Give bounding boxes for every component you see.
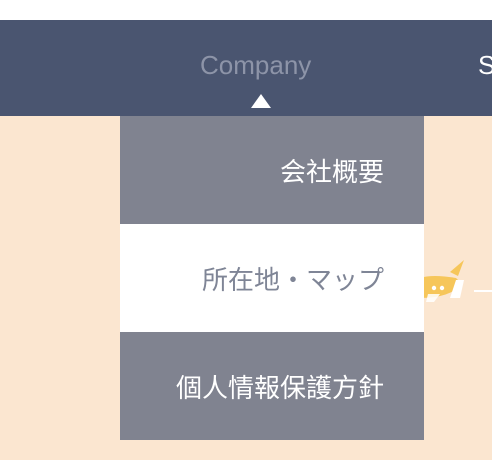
nav-next-link[interactable]: S <box>478 48 492 82</box>
menu-item-company-overview[interactable]: 会社概要 <box>120 116 424 224</box>
navbar: Company S <box>0 20 492 116</box>
airplane-illustration-icon <box>420 258 492 311</box>
nav-company-link[interactable]: Company <box>200 48 311 82</box>
top-strip <box>0 0 492 20</box>
company-dropdown-menu: 会社概要 所在地・マップ 個人情報保護方針 <box>120 116 424 440</box>
page: Company S 会社概要 所在地・マップ 個人情報保護方針 <box>0 0 492 460</box>
caret-up-icon <box>251 94 271 108</box>
menu-item-location-map[interactable]: 所在地・マップ <box>120 224 424 332</box>
menu-item-privacy-policy[interactable]: 個人情報保護方針 <box>120 332 424 440</box>
